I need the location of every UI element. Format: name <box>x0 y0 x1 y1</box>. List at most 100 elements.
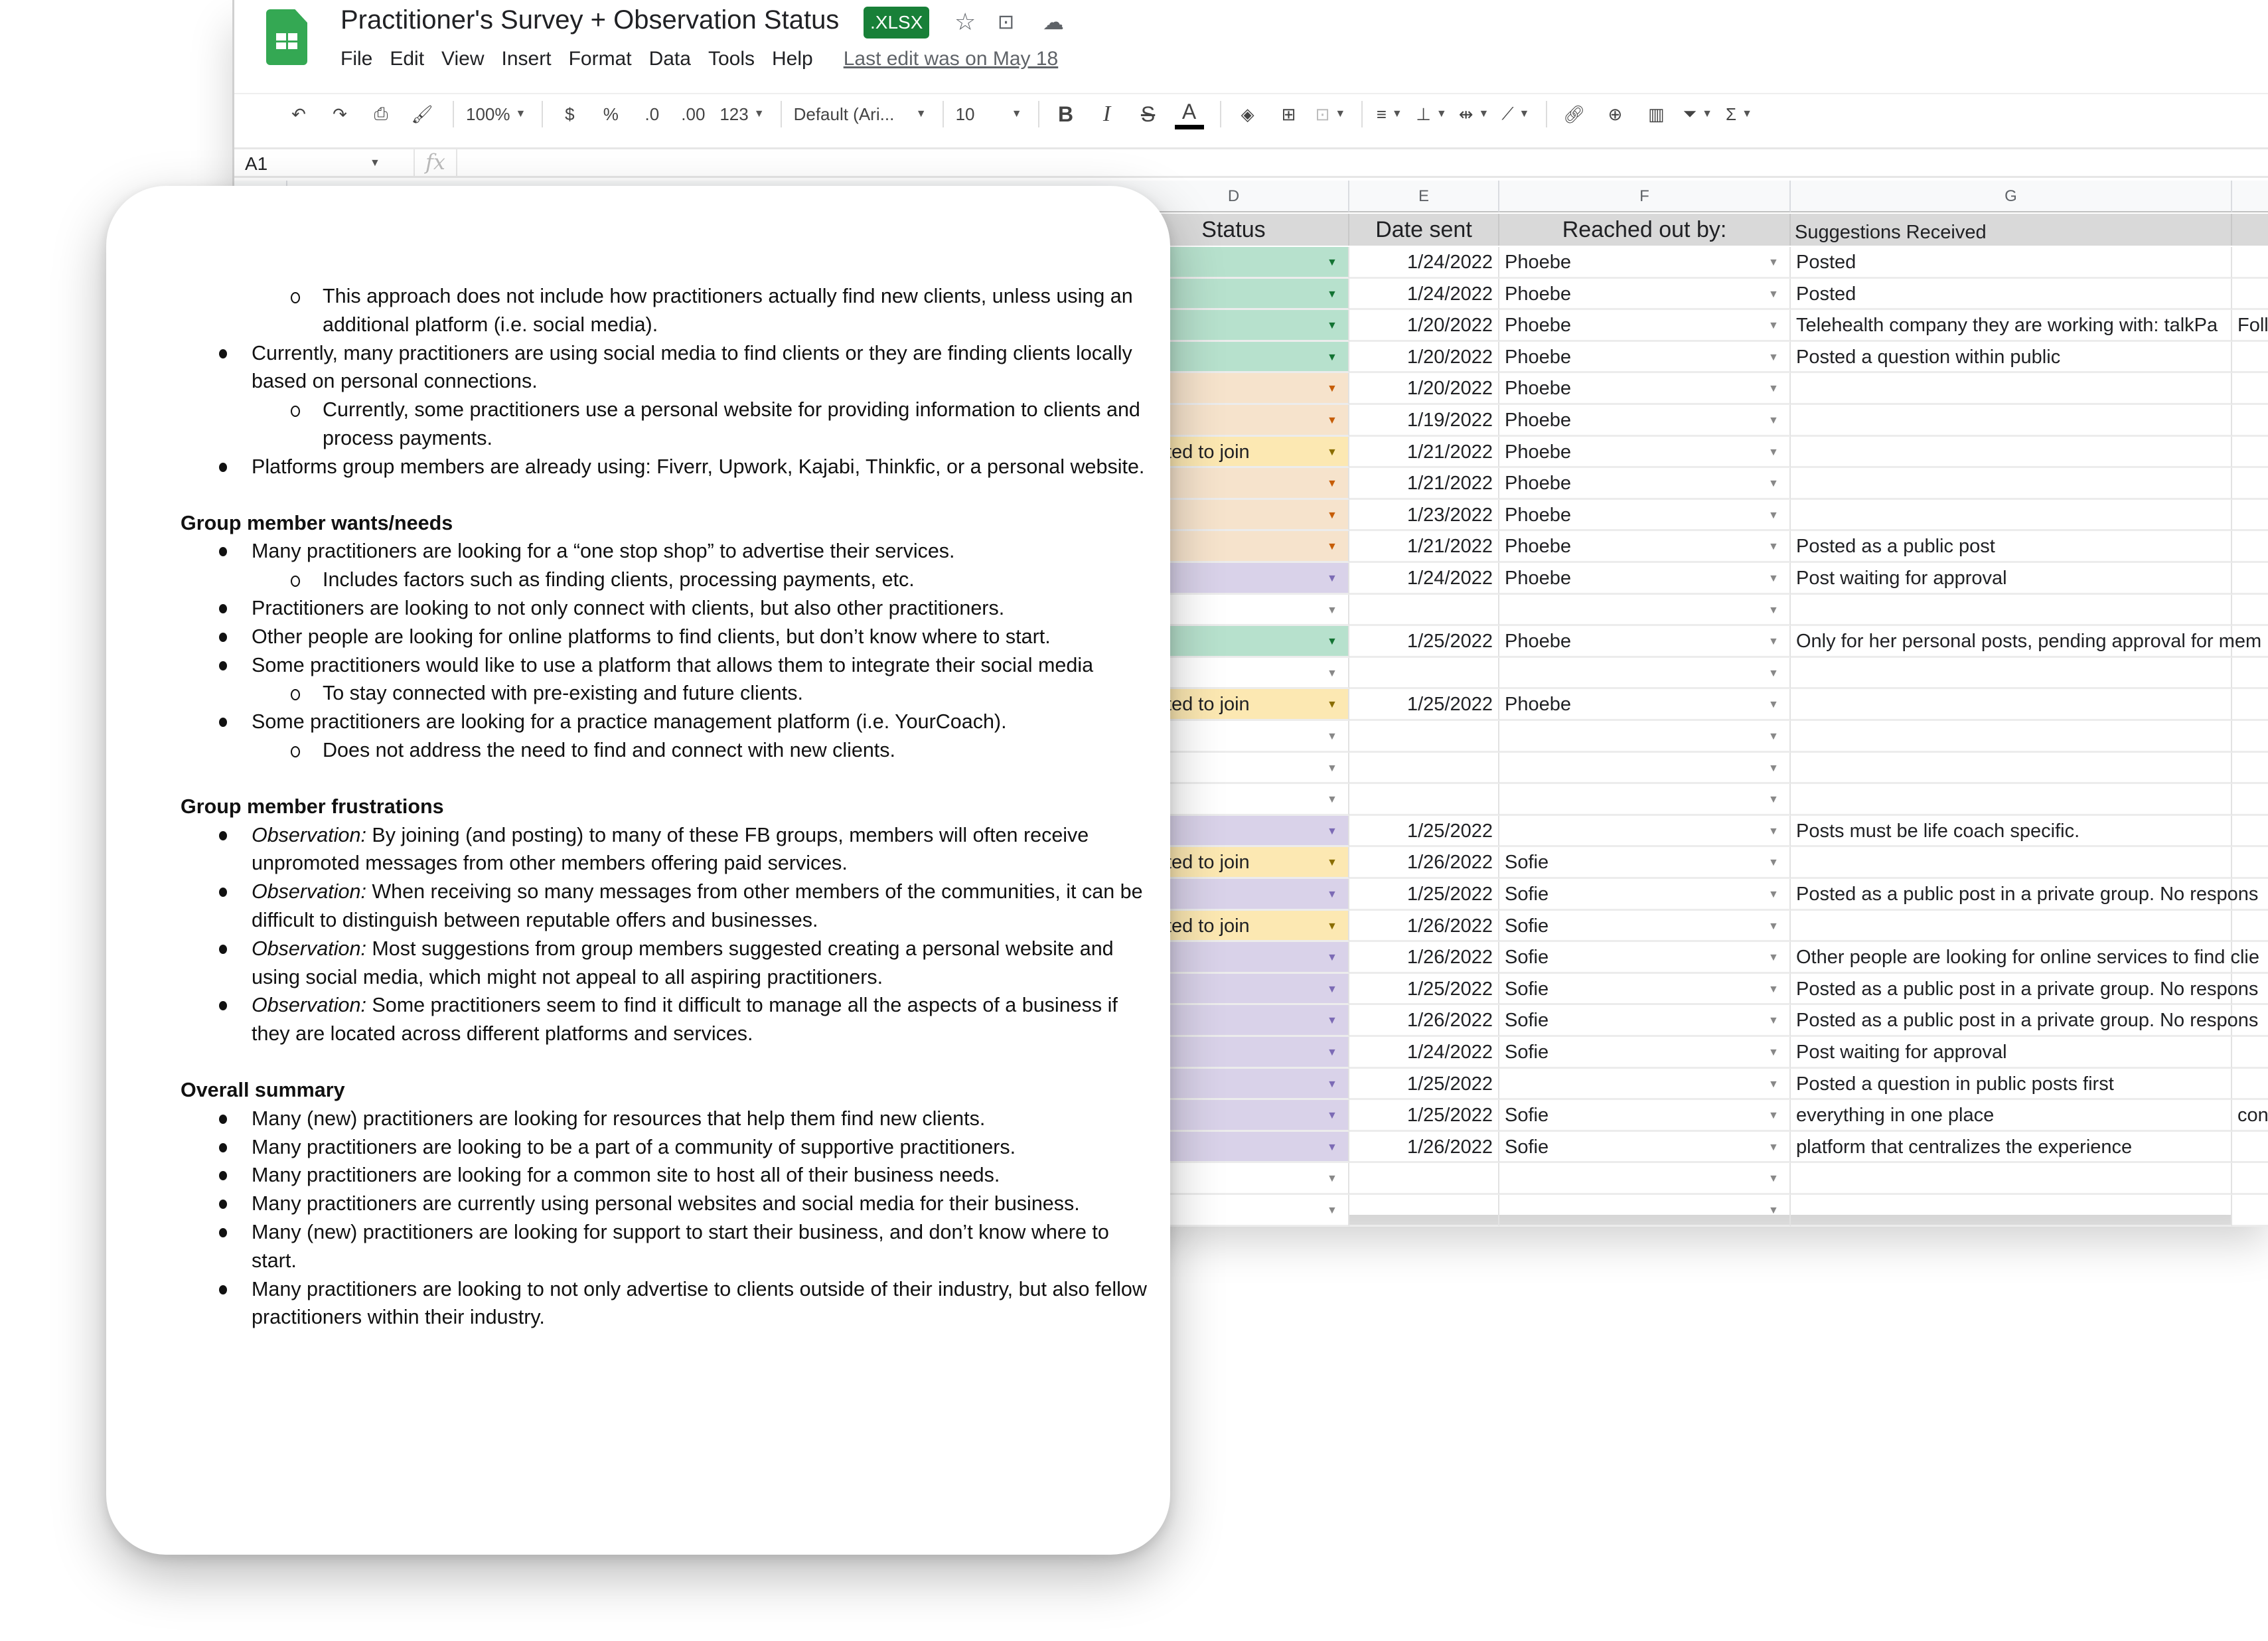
font-select[interactable]: Default (Ari... ▼ <box>794 98 927 131</box>
date-sent-cell[interactable]: 1/23/2022 <box>1349 499 1499 532</box>
reached-out-by-cell[interactable]: ▼ <box>1499 657 1791 690</box>
date-sent-cell[interactable]: 1/25/2022 <box>1349 973 1499 1006</box>
column-h-cell[interactable] <box>2232 847 2268 879</box>
suggestion-cell[interactable] <box>1791 1195 2232 1227</box>
date-sent-cell[interactable] <box>1349 594 1499 627</box>
reached-out-by-cell[interactable]: Sofie ▼ <box>1499 1005 1791 1037</box>
dropdown-arrow-icon[interactable]: ▼ <box>1327 721 1337 751</box>
date-sent-cell[interactable] <box>1349 752 1499 785</box>
reached-out-by-cell[interactable]: Sofie ▼ <box>1499 910 1791 943</box>
column-header-h[interactable] <box>2232 181 2268 212</box>
dropdown-arrow-icon[interactable]: ▼ <box>1768 879 1779 909</box>
dropdown-arrow-icon[interactable]: ▼ <box>1768 753 1779 783</box>
date-sent-cell[interactable]: 1/26/2022 <box>1349 910 1499 943</box>
suggestion-cell[interactable]: Posted a question within public <box>1791 341 2232 374</box>
dropdown-arrow-icon[interactable]: ▼ <box>1327 1069 1337 1099</box>
move-to-folder-icon[interactable]: ⊡ <box>998 11 1014 34</box>
menu-format[interactable]: Format <box>569 48 632 70</box>
column-h-cell[interactable] <box>2232 341 2268 374</box>
dropdown-arrow-icon[interactable]: ▼ <box>1768 1195 1779 1225</box>
date-sent-cell[interactable] <box>1349 1195 1499 1227</box>
dropdown-arrow-icon[interactable]: ▼ <box>1327 595 1337 625</box>
date-sent-cell[interactable]: 1/21/2022 <box>1349 468 1499 500</box>
column-h-cell[interactable] <box>2232 373 2268 405</box>
date-sent-cell[interactable]: 1/26/2022 <box>1349 1005 1499 1037</box>
column-header-f[interactable]: F <box>1499 181 1791 212</box>
strikethrough-button[interactable]: S <box>1134 98 1163 131</box>
fill-color-icon[interactable]: ◈ <box>1233 98 1262 131</box>
dropdown-arrow-icon[interactable]: ▼ <box>1768 911 1779 941</box>
redo-icon[interactable]: ↷ <box>325 98 354 131</box>
dropdown-arrow-icon[interactable]: ▼ <box>1768 437 1779 467</box>
reached-out-by-cell[interactable]: Phoebe ▼ <box>1499 626 1791 658</box>
insert-chart-icon[interactable]: ▥ <box>1641 98 1671 131</box>
reached-out-by-cell[interactable]: ▼ <box>1499 1195 1791 1227</box>
dropdown-arrow-icon[interactable]: ▼ <box>1327 658 1337 688</box>
suggestion-cell[interactable]: Posted as a public post in a private gro… <box>1791 1005 2258 1037</box>
date-sent-cell[interactable]: 1/25/2022 <box>1349 879 1499 911</box>
menu-insert[interactable]: Insert <box>502 48 552 70</box>
merge-cells-icon[interactable]: ⊡ ▼ <box>1316 98 1346 131</box>
vertical-align-icon[interactable]: ⊥ ▼ <box>1416 98 1447 131</box>
reached-out-by-cell[interactable]: ▼ <box>1499 594 1791 627</box>
reached-out-by-cell[interactable]: Phoebe ▼ <box>1499 531 1791 563</box>
menu-view[interactable]: View <box>441 48 484 70</box>
suggestion-cell[interactable]: Post waiting for approval <box>1791 1037 2232 1069</box>
column-h-cell[interactable] <box>2232 657 2268 690</box>
insert-comment-icon[interactable]: ⊕ <box>1600 98 1629 131</box>
text-rotation-icon[interactable]: ⟋ ▼ <box>1501 98 1530 131</box>
dropdown-arrow-icon[interactable]: ▼ <box>1327 1195 1337 1225</box>
date-sent-cell[interactable] <box>1349 657 1499 690</box>
menu-file[interactable]: File <box>340 48 372 70</box>
date-sent-cell[interactable] <box>1349 784 1499 816</box>
column-h-cell[interactable] <box>2232 436 2268 469</box>
suggestion-cell[interactable] <box>1791 910 2232 943</box>
dropdown-arrow-icon[interactable]: ▼ <box>1327 879 1337 909</box>
column-h-cell[interactable] <box>2232 594 2268 627</box>
dropdown-arrow-icon[interactable]: ▼ <box>1768 247 1779 277</box>
dropdown-arrow-icon[interactable]: ▼ <box>1327 1037 1337 1067</box>
column-h-cell[interactable] <box>2232 1037 2268 1069</box>
suggestion-cell[interactable]: Posted a question in public posts first <box>1791 1068 2232 1101</box>
horizontal-align-icon[interactable]: ≡ ▼ <box>1375 98 1404 131</box>
column-header-e[interactable]: E <box>1349 181 1499 212</box>
reached-out-by-cell[interactable]: Phoebe ▼ <box>1499 341 1791 374</box>
suggestion-cell[interactable] <box>1791 405 2232 437</box>
reached-out-by-cell[interactable]: ▼ <box>1499 752 1791 785</box>
dropdown-arrow-icon[interactable]: ▼ <box>1327 689 1337 719</box>
text-color-button[interactable]: A <box>1174 99 1204 129</box>
reached-out-by-cell[interactable]: Sofie ▼ <box>1499 1037 1791 1069</box>
suggestion-cell[interactable]: Post waiting for approval <box>1791 563 2232 595</box>
date-sent-cell[interactable]: 1/21/2022 <box>1349 531 1499 563</box>
column-h-cell[interactable] <box>2232 247 2268 279</box>
dropdown-arrow-icon[interactable]: ▼ <box>1327 1132 1337 1162</box>
reached-out-by-cell[interactable]: Phoebe ▼ <box>1499 247 1791 279</box>
last-edit-link[interactable]: Last edit was on May 18 <box>844 48 1059 70</box>
suggestion-cell[interactable]: Posts must be life coach specific. <box>1791 815 2232 848</box>
dropdown-arrow-icon[interactable]: ▼ <box>1327 437 1337 467</box>
suggestion-cell[interactable] <box>1791 847 2232 879</box>
date-sent-cell[interactable]: 1/25/2022 <box>1349 815 1499 848</box>
sheets-logo-icon[interactable] <box>266 9 307 65</box>
dropdown-arrow-icon[interactable]: ▼ <box>1327 342 1337 372</box>
date-sent-cell[interactable]: 1/19/2022 <box>1349 405 1499 437</box>
header-suggestions-received[interactable]: Suggestions Received <box>1791 214 2232 246</box>
date-sent-cell[interactable]: 1/24/2022 <box>1349 278 1499 311</box>
font-size-select[interactable]: 10 ▼ <box>956 98 1022 131</box>
dropdown-arrow-icon[interactable]: ▼ <box>1327 247 1337 277</box>
dropdown-arrow-icon[interactable]: ▼ <box>1327 942 1337 972</box>
dropdown-arrow-icon[interactable]: ▼ <box>1768 1163 1779 1193</box>
dropdown-arrow-icon[interactable]: ▼ <box>1327 563 1337 593</box>
suggestion-cell[interactable] <box>1791 373 2232 405</box>
currency-format-button[interactable]: $ <box>555 98 584 131</box>
paint-format-icon[interactable]: 🖌︎ <box>408 98 437 131</box>
dropdown-arrow-icon[interactable]: ▼ <box>1327 626 1337 656</box>
dropdown-arrow-icon[interactable]: ▼ <box>1768 1100 1779 1130</box>
dropdown-arrow-icon[interactable]: ▼ <box>1327 1163 1337 1193</box>
column-h-cell[interactable] <box>2232 1068 2268 1101</box>
column-h-cell[interactable]: con <box>2232 1100 2268 1132</box>
date-sent-cell[interactable]: 1/24/2022 <box>1349 247 1499 279</box>
date-sent-cell[interactable]: 1/25/2022 <box>1349 1068 1499 1101</box>
dropdown-arrow-icon[interactable]: ▼ <box>1768 310 1779 340</box>
reached-out-by-cell[interactable]: Phoebe ▼ <box>1499 436 1791 469</box>
